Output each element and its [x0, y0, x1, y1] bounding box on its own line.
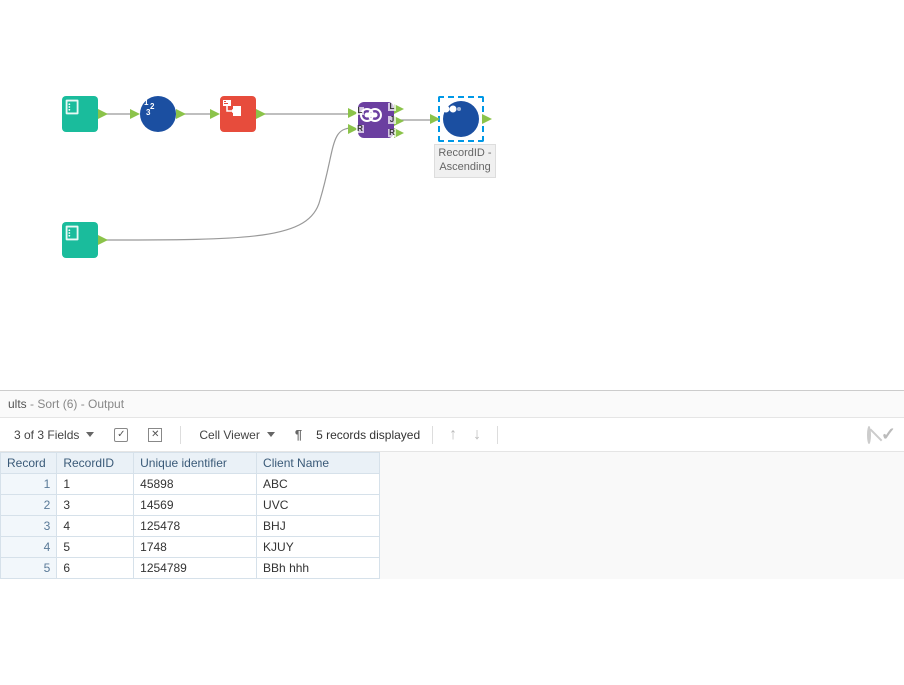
results-header-row: Record RecordID Unique identifier Client…	[1, 453, 380, 474]
table-row[interactable]: 2314569UVC	[1, 495, 380, 516]
pilcrow-icon: ¶	[295, 427, 302, 442]
input-data-icon	[62, 222, 98, 258]
records-displayed-label: 5 records displayed	[316, 428, 420, 442]
separator	[180, 426, 181, 444]
cell-viewer-dropdown[interactable]: Cell Viewer	[193, 426, 280, 444]
table-row[interactable]: 451748KJUY	[1, 537, 380, 558]
chevron-down-icon	[267, 432, 275, 437]
row-number-cell: 2	[1, 495, 57, 516]
results-toolbar: 3 of 3 Fields ✓ ✕ Cell Viewer ¶ 5 record…	[0, 418, 904, 452]
select-all-fields-button[interactable]: ✓	[108, 426, 134, 444]
table-row[interactable]: 561254789BBh hhh	[1, 558, 380, 579]
cell-unique-identifier[interactable]: 1254789	[134, 558, 257, 579]
checkbox-icon: ✓	[114, 428, 128, 442]
cell-recordid[interactable]: 6	[57, 558, 134, 579]
show-whitespace-button[interactable]: ¶	[289, 425, 308, 444]
node-record-id[interactable]: 123	[140, 96, 176, 132]
results-label-fragment: ults	[8, 397, 27, 411]
fields-dropdown[interactable]: 3 of 3 Fields	[8, 426, 100, 444]
cell-recordid[interactable]: 4	[57, 516, 134, 537]
node-join[interactable]: L R L J R	[358, 102, 394, 138]
record-id-icon: 123	[140, 96, 176, 132]
deselect-all-fields-button[interactable]: ✕	[142, 426, 168, 444]
separator	[432, 426, 433, 444]
chevron-down-icon	[86, 432, 94, 437]
x-box-icon: ✕	[148, 428, 162, 442]
node-summarize[interactable]	[220, 96, 256, 132]
results-panel-header: ults - Sort (6) - Output	[0, 391, 904, 418]
node-label-sort: RecordID -Ascending	[434, 144, 496, 178]
table-row[interactable]: 1145898ABC	[1, 474, 380, 495]
port-label: L	[356, 107, 364, 115]
go-down-button[interactable]: ↓	[469, 426, 485, 444]
port-label: R	[388, 129, 396, 137]
svg-text:3: 3	[146, 108, 151, 117]
table-row[interactable]: 34125478BHJ	[1, 516, 380, 537]
cell-client-name[interactable]: BHJ	[257, 516, 380, 537]
cell-client-name[interactable]: ABC	[257, 474, 380, 495]
workflow-canvas[interactable]: 123 L R L J R	[0, 0, 904, 390]
cell-unique-identifier[interactable]: 45898	[134, 474, 257, 495]
separator	[497, 426, 498, 444]
col-header-record[interactable]: Record	[1, 453, 57, 474]
results-table[interactable]: Record RecordID Unique identifier Client…	[0, 452, 380, 579]
col-header-unique-identifier[interactable]: Unique identifier	[134, 453, 257, 474]
cell-recordid[interactable]: 1	[57, 474, 134, 495]
cell-unique-identifier[interactable]: 14569	[134, 495, 257, 516]
cancel-icon[interactable]	[867, 428, 871, 442]
cell-client-name[interactable]: BBh hhh	[257, 558, 380, 579]
cell-unique-identifier[interactable]: 1748	[134, 537, 257, 558]
svg-text:1: 1	[144, 98, 149, 107]
node-input-data-1[interactable]	[62, 96, 98, 132]
col-header-client-name[interactable]: Client Name	[257, 453, 380, 474]
results-sort-label: - Sort (6) -	[27, 397, 88, 411]
sort-icon	[443, 101, 479, 137]
row-number-cell: 1	[1, 474, 57, 495]
summarize-icon	[220, 96, 256, 132]
port-label: L	[388, 103, 396, 111]
row-number-cell: 3	[1, 516, 57, 537]
cell-client-name[interactable]: UVC	[257, 495, 380, 516]
port-label: R	[356, 125, 364, 133]
node-input-data-2[interactable]	[62, 222, 98, 258]
results-panel: ults - Sort (6) - Output 3 of 3 Fields ✓…	[0, 390, 904, 579]
svg-text:2: 2	[150, 102, 155, 111]
port-label: J	[388, 116, 396, 124]
cell-client-name[interactable]: KJUY	[257, 537, 380, 558]
connection-layer	[0, 0, 904, 390]
results-output-label: Output	[88, 397, 124, 411]
cell-recordid[interactable]: 3	[57, 495, 134, 516]
go-up-button[interactable]: ↑	[445, 426, 461, 444]
node-sort-selected[interactable]	[438, 96, 484, 142]
row-number-cell: 5	[1, 558, 57, 579]
row-number-cell: 4	[1, 537, 57, 558]
input-data-icon	[62, 96, 98, 132]
cell-unique-identifier[interactable]: 125478	[134, 516, 257, 537]
col-header-recordid[interactable]: RecordID	[57, 453, 134, 474]
apply-icon[interactable]: ✓	[881, 424, 896, 445]
cell-recordid[interactable]: 5	[57, 537, 134, 558]
